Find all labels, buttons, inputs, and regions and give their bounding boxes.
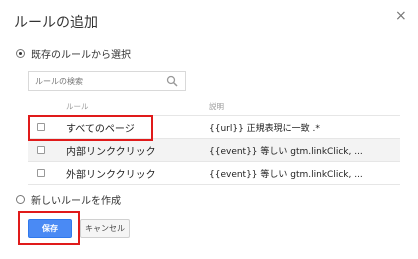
dialog-title: ルールの追加 [14, 15, 98, 31]
rule-description: {{url}} 正規表現に一致 .* [209, 124, 320, 134]
new-rule-label: 新しいルールを作成 [31, 196, 121, 207]
existing-rule-radio[interactable] [16, 49, 25, 58]
existing-rule-radio-option[interactable]: 既存のルールから選択 [16, 46, 131, 61]
highlight-box-save [18, 211, 80, 245]
new-rule-radio-option[interactable]: 新しいルールを作成 [16, 192, 121, 207]
row-checkbox[interactable] [37, 169, 45, 177]
column-header-rule: ルール [66, 102, 89, 111]
rule-search-input[interactable] [28, 71, 186, 91]
existing-rule-label: 既存のルールから選択 [31, 50, 131, 61]
rule-description: {{event}} 等しい gtm.linkClick, ... [209, 147, 363, 157]
rule-description: {{event}} 等しい gtm.linkClick, ... [209, 170, 363, 180]
table-row[interactable]: 内部リンククリック {{event}} 等しい gtm.linkClick, .… [28, 139, 400, 162]
close-icon[interactable]: × [395, 8, 407, 24]
rule-name: 内部リンククリック [66, 147, 156, 158]
row-checkbox[interactable] [37, 146, 45, 154]
table-row[interactable]: 外部リンククリック {{event}} 等しい gtm.linkClick, .… [28, 162, 400, 185]
add-rule-dialog: ルールの追加 × 既存のルールから選択 ルール 説明 すべてのページ {{url… [0, 0, 418, 259]
highlight-box-all-pages [28, 115, 153, 141]
new-rule-radio[interactable] [16, 195, 25, 204]
rule-name: 外部リンククリック [66, 170, 156, 181]
search-icon[interactable] [166, 75, 178, 87]
cancel-button[interactable]: キャンセル [80, 219, 130, 238]
column-header-description: 説明 [209, 102, 224, 111]
